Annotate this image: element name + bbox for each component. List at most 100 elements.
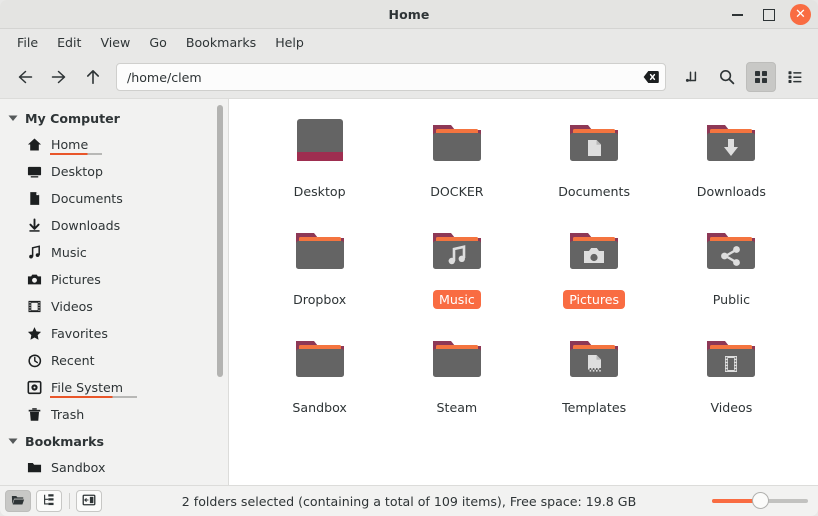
sidebar-item-trash[interactable]: Trash [0, 401, 228, 428]
tree-view-button[interactable] [36, 490, 62, 512]
file-item-videos[interactable]: Videos [663, 329, 800, 417]
file-label: Videos [710, 400, 753, 415]
music-icon [26, 245, 42, 261]
close-button[interactable]: ✕ [790, 4, 811, 25]
icon-view-icon[interactable] [746, 62, 776, 92]
sidebar-item-label: Videos [51, 299, 93, 314]
sidebar-item-favorites[interactable]: Favorites [0, 320, 228, 347]
document-icon [26, 191, 42, 207]
menubar: File Edit View Go Bookmarks Help [0, 29, 818, 56]
up-icon[interactable] [76, 62, 110, 92]
sidebar-item-sandbox[interactable]: Sandbox [0, 454, 228, 481]
folder-icon [697, 329, 765, 391]
file-label: Dropbox [293, 292, 347, 307]
folder-icon [697, 113, 765, 175]
menu-bookmarks[interactable]: Bookmarks [177, 32, 265, 53]
folder-icon [423, 329, 491, 391]
file-item-pictures[interactable]: Pictures [526, 221, 663, 309]
star-icon [26, 326, 42, 342]
camera-icon [26, 272, 42, 288]
file-item-desktop[interactable]: Desktop [251, 113, 388, 201]
sidebar-item-videos[interactable]: Videos [0, 293, 228, 320]
file-grid-area[interactable]: Desktop DOCKER Documents Downloads Dropb… [229, 99, 818, 485]
sidebar-group-label: My Computer [25, 110, 120, 126]
list-view-icon[interactable] [780, 62, 810, 92]
window-title: Home [388, 6, 430, 22]
maximize-button[interactable] [758, 4, 780, 26]
menu-help[interactable]: Help [266, 32, 313, 53]
film-emblem [725, 356, 738, 372]
statusbar-divider [69, 493, 70, 509]
folder-icon [423, 113, 491, 175]
menu-file[interactable]: File [8, 32, 47, 53]
toolbar: /home/clem [0, 56, 818, 98]
sidebar-item-label: Documents [51, 191, 123, 206]
search-icon[interactable] [712, 62, 742, 92]
forward-icon[interactable] [42, 62, 76, 92]
body-area: My Computer Home Desktop Documents Downl… [0, 98, 818, 485]
file-manager-window: Home ✕ File Edit View Go Bookmarks Help … [0, 0, 818, 516]
sidebar-item-home[interactable]: Home [0, 131, 228, 158]
file-item-public[interactable]: Public [663, 221, 800, 309]
film-icon [26, 299, 42, 315]
disk-icon [26, 380, 42, 396]
sidebar-item-recent[interactable]: Recent [0, 347, 228, 374]
folder-icon [560, 221, 628, 283]
clock-icon [26, 353, 42, 369]
menu-edit[interactable]: Edit [48, 32, 90, 53]
chevron-down-icon [7, 435, 19, 447]
sidebar-item-documents[interactable]: Documents [0, 185, 228, 212]
file-label: Music [432, 290, 481, 309]
file-item-templates[interactable]: Templates [526, 329, 663, 417]
sidebar-item-pictures[interactable]: Pictures [0, 266, 228, 293]
sidebar-icon [82, 492, 96, 511]
file-item-sandbox[interactable]: Sandbox [251, 329, 388, 417]
file-item-docker[interactable]: DOCKER [388, 113, 525, 201]
sidebar-item-music[interactable]: Music [0, 239, 228, 266]
file-label: Public [712, 292, 751, 307]
folder-icon [286, 221, 354, 283]
minimize-button[interactable] [726, 4, 748, 26]
sidebar-group-bookmarks[interactable]: Bookmarks [0, 428, 228, 454]
folder-icon [286, 329, 354, 391]
folder-open-icon [11, 492, 25, 511]
zoom-slider[interactable] [712, 492, 808, 510]
toggle-sidebar-button[interactable] [76, 490, 102, 512]
folder-icon [423, 221, 491, 283]
menu-go[interactable]: Go [140, 32, 175, 53]
places-view-button[interactable] [5, 490, 31, 512]
file-label: DOCKER [430, 184, 484, 199]
folder-icon [697, 221, 765, 283]
status-text: 2 folders selected (containing a total o… [181, 493, 637, 509]
file-item-documents[interactable]: Documents [526, 113, 663, 201]
file-grid: Desktop DOCKER Documents Downloads Dropb… [251, 113, 800, 417]
file-label: Desktop [293, 184, 346, 199]
sidebar-item-downloads[interactable]: Downloads [0, 212, 228, 239]
desktop-icon [26, 164, 42, 180]
sidebar-group-my-computer[interactable]: My Computer [0, 105, 228, 131]
file-item-downloads[interactable]: Downloads [663, 113, 800, 201]
folder-icon [560, 329, 628, 391]
file-label: Sandbox [292, 400, 347, 415]
sidebar-item-desktop[interactable]: Desktop [0, 158, 228, 185]
file-item-steam[interactable]: Steam [388, 329, 525, 417]
sidebar-item-file-system[interactable]: File System [0, 374, 228, 401]
sidebar-scrollbar[interactable] [217, 105, 223, 377]
sidebar-item-label: Favorites [51, 326, 108, 341]
file-item-music[interactable]: Music [388, 221, 525, 309]
sidebar-group-label: Bookmarks [25, 433, 104, 449]
sidebar-item-label: File System [49, 380, 138, 398]
zoom-slider-knob[interactable] [752, 492, 769, 509]
open-terminal-icon[interactable] [678, 62, 708, 92]
sidebar-item-label: Desktop [51, 164, 103, 179]
file-label: Steam [436, 400, 478, 415]
path-value[interactable]: /home/clem [127, 70, 643, 85]
file-label: Pictures [563, 290, 626, 309]
file-label: Downloads [696, 184, 766, 199]
path-entry[interactable]: /home/clem [116, 63, 666, 91]
file-item-dropbox[interactable]: Dropbox [251, 221, 388, 309]
sidebar-item-label: Home [49, 137, 103, 155]
clear-icon[interactable] [643, 69, 659, 85]
menu-view[interactable]: View [91, 32, 139, 53]
back-icon[interactable] [8, 62, 42, 92]
